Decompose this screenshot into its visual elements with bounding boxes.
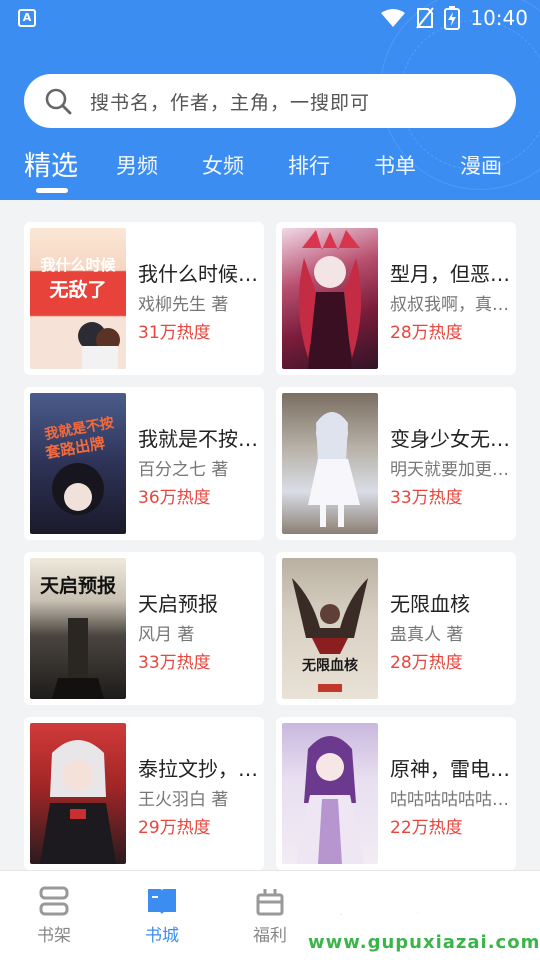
book-grid: 我什么时候 无敌了 我什么时候… 戏柳先生 著 31万热度 型月，但恶… 叔叔我… (0, 200, 540, 870)
search-icon (45, 88, 72, 115)
search-placeholder: 搜书名，作者，主角，一搜即可 (90, 91, 371, 114)
watermark-logo: 谷普软件园 www.gupuxiazai.com (298, 880, 540, 958)
book-author: 王火羽白 著 (138, 790, 229, 810)
book-cover: 我什么时候 无敌了 (30, 228, 126, 369)
book-open-icon (148, 889, 176, 914)
book-title: 无限血核 (390, 592, 470, 616)
book-cover: 无限血核 (282, 558, 378, 699)
book-title: 我什么时候… (138, 262, 258, 286)
book-card[interactable]: 我就是不按 套路出牌 我就是不按… 百分之七 著 36万热度 (24, 387, 264, 540)
watermark-url: www.gupuxiazai.com (308, 932, 540, 953)
status-bar: A 10:40 (0, 0, 540, 36)
book-author: 明天就要加更… (390, 460, 509, 480)
tab-comics[interactable]: 漫画 (460, 150, 502, 180)
book-author: 叔叔我啊，真… (390, 295, 509, 315)
book-cover: 我就是不按 套路出牌 (30, 393, 126, 534)
cover-art (308, 412, 360, 527)
book-heat: 28万热度 (390, 653, 463, 673)
cover-art (298, 230, 362, 369)
tab-ranking[interactable]: 排行 (288, 150, 330, 180)
book-title: 型月，但恶… (390, 262, 510, 286)
cover-art: 我什么时候 无敌了 (40, 256, 120, 369)
nav-bookstore-label: 书城 (145, 926, 179, 946)
cover-art: 无限血核 (292, 578, 368, 692)
book-title: 原神，雷电… (390, 757, 510, 781)
cover-title-line1: 我什么时候 (40, 256, 116, 274)
watermark-text: 谷普软件园 (305, 889, 516, 937)
book-card[interactable]: 我什么时候 无敌了 我什么时候… 戏柳先生 著 31万热度 (24, 222, 264, 375)
tab-booklist[interactable]: 书单 (374, 150, 416, 180)
cover-art: 我就是不按 套路出牌 (43, 414, 115, 515)
book-card[interactable]: 天启预报 天启预报 风月 著 33万热度 (24, 552, 264, 705)
book-cover (282, 228, 378, 369)
book-cover (282, 393, 378, 534)
book-title: 变身少女无… (390, 427, 510, 451)
book-heat: 29万热度 (138, 818, 211, 838)
book-cover (282, 723, 378, 864)
status-time: 10:40 (470, 6, 528, 30)
tab-featured[interactable]: 精选 (24, 144, 78, 183)
cover-art: 天启预报 (40, 574, 116, 699)
nav-bookstore[interactable]: 书城 (122, 885, 202, 946)
header: A 10:40 搜书名，作者，主角，一搜即可 精选 男频 女频 排行 书单 漫画 (0, 0, 540, 200)
search-input[interactable]: 搜书名，作者，主角，一搜即可 (24, 74, 516, 128)
wifi-icon (381, 9, 406, 27)
book-cover (30, 723, 126, 864)
category-tabs: 精选 男频 女频 排行 书单 漫画 (0, 142, 540, 192)
book-heat: 31万热度 (138, 323, 211, 343)
book-card[interactable]: 型月，但恶… 叔叔我啊，真… 28万热度 (276, 222, 516, 375)
cover-art (40, 740, 116, 864)
book-heat: 36万热度 (138, 488, 211, 508)
book-heat: 33万热度 (390, 488, 463, 508)
book-title: 泰拉文抄，… (138, 757, 258, 781)
no-sim-icon (416, 7, 435, 29)
gift-icon (256, 889, 284, 916)
tab-indicator (36, 188, 68, 193)
nav-bookshelf-label: 书架 (37, 926, 71, 946)
tab-male[interactable]: 男频 (116, 150, 158, 180)
book-card[interactable]: 无限血核 无限血核 蛊真人 著 28万热度 (276, 552, 516, 705)
status-indicators: 10:40 (380, 4, 528, 32)
book-author: 咕咕咕咕咕咕… (390, 790, 509, 810)
battery-charging-icon (444, 6, 461, 30)
cover-title-line2: 无敌了 (49, 278, 106, 301)
book-author: 风月 著 (138, 625, 195, 645)
book-author: 戏柳先生 著 (138, 295, 229, 315)
book-author: 蛊真人 著 (390, 625, 464, 645)
nav-bookshelf[interactable]: 书架 (14, 885, 94, 946)
cover-art (296, 736, 364, 864)
cover-title-text: 无限血核 (301, 657, 358, 674)
bookshelf-icon (39, 886, 69, 916)
cover-title-text: 天启预报 (40, 574, 116, 597)
book-card[interactable]: 变身少女无… 明天就要加更… 33万热度 (276, 387, 516, 540)
book-cover: 天启预报 (30, 558, 126, 699)
book-card[interactable]: 原神，雷电… 咕咕咕咕咕咕… 22万热度 (276, 717, 516, 870)
tab-female[interactable]: 女频 (202, 150, 244, 180)
book-heat: 28万热度 (390, 323, 463, 343)
book-title: 我就是不按… (138, 427, 258, 451)
book-card[interactable]: 泰拉文抄，… 王火羽白 著 29万热度 (24, 717, 264, 870)
book-title: 天启预报 (138, 592, 218, 616)
book-author: 百分之七 著 (138, 460, 229, 480)
book-heat: 22万热度 (390, 818, 463, 838)
book-heat: 33万热度 (138, 653, 211, 673)
app-notification-icon: A (18, 9, 36, 27)
